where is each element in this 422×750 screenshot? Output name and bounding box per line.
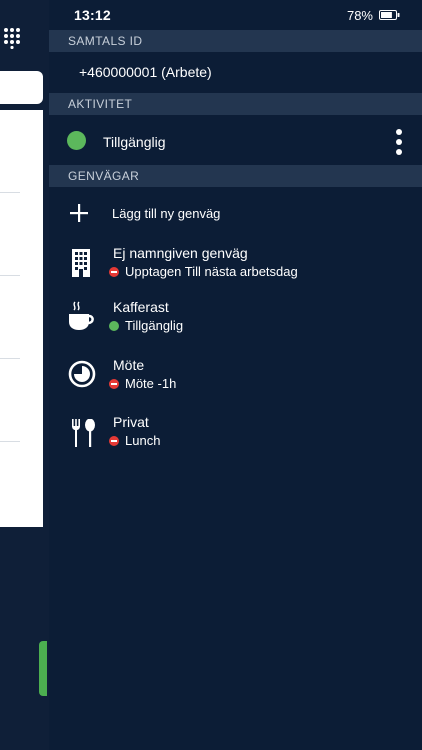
shortcut-item[interactable]: Kafferast Tillgänglig bbox=[49, 299, 422, 339]
green-side-tab[interactable] bbox=[39, 641, 47, 696]
shortcut-status: Upptagen Till nästa arbetsdag bbox=[109, 264, 298, 279]
status-bar: 13:12 78% bbox=[49, 0, 422, 30]
shortcut-title: Kafferast bbox=[113, 299, 169, 315]
add-shortcut-label: Lägg till ny genväg bbox=[112, 206, 221, 221]
shortcut-title: Möte bbox=[113, 357, 145, 373]
shortcut-status-text: Upptagen Till nästa arbetsdag bbox=[125, 264, 298, 279]
shortcut-title: Privat bbox=[113, 414, 149, 430]
status-busy-icon bbox=[109, 436, 119, 446]
status-available-icon bbox=[109, 321, 119, 331]
background-app bbox=[0, 0, 49, 750]
more-options-button[interactable] bbox=[394, 129, 404, 155]
status-busy-icon bbox=[109, 379, 119, 389]
plus-icon bbox=[70, 204, 88, 222]
list-divider bbox=[0, 358, 20, 359]
section-header-shortcuts: GENVÄGAR bbox=[49, 165, 422, 187]
status-busy-icon bbox=[109, 267, 119, 277]
shortcut-title: Ej namngiven genväg bbox=[113, 245, 248, 261]
section-header-activity: AKTIVITET bbox=[49, 93, 422, 115]
fork-spoon-icon bbox=[72, 419, 95, 447]
coffee-cup-icon bbox=[69, 301, 94, 330]
status-available-icon bbox=[67, 131, 86, 150]
shortcut-status-text: Möte -1h bbox=[125, 376, 177, 391]
list-divider bbox=[0, 275, 20, 276]
shortcut-status: Tillgänglig bbox=[109, 318, 183, 333]
status-time: 13:12 bbox=[74, 7, 111, 23]
status-drawer: 13:12 78% SAMTALS ID +460000001 (Arbete)… bbox=[49, 0, 422, 750]
add-shortcut-button[interactable]: Lägg till ny genväg bbox=[49, 201, 422, 229]
clock-icon bbox=[68, 360, 96, 388]
shortcut-status-text: Lunch bbox=[125, 433, 161, 448]
building-icon bbox=[72, 249, 90, 277]
shortcut-item[interactable]: Möte Möte -1h bbox=[49, 357, 422, 397]
battery-icon bbox=[379, 10, 400, 20]
list-divider bbox=[0, 441, 20, 442]
shortcut-status: Möte -1h bbox=[109, 376, 176, 391]
shortcut-status-text: Tillgänglig bbox=[125, 318, 184, 333]
list-divider bbox=[0, 192, 20, 193]
background-list-panel bbox=[0, 110, 43, 527]
activity-label: Tillgänglig bbox=[103, 134, 166, 150]
dialpad-icon[interactable] bbox=[3, 27, 21, 49]
shortcut-status: Lunch bbox=[109, 433, 160, 448]
section-header-call-id: SAMTALS ID bbox=[49, 30, 422, 52]
shortcut-item[interactable]: Privat Lunch bbox=[49, 414, 422, 454]
background-search-field[interactable] bbox=[0, 71, 43, 104]
shortcut-item[interactable]: Ej namngiven genväg Upptagen Till nästa … bbox=[49, 245, 422, 285]
activity-row[interactable]: Tillgänglig bbox=[49, 119, 422, 163]
call-id-number[interactable]: +460000001 (Arbete) bbox=[79, 64, 212, 80]
battery-percent: 78% bbox=[346, 8, 373, 23]
